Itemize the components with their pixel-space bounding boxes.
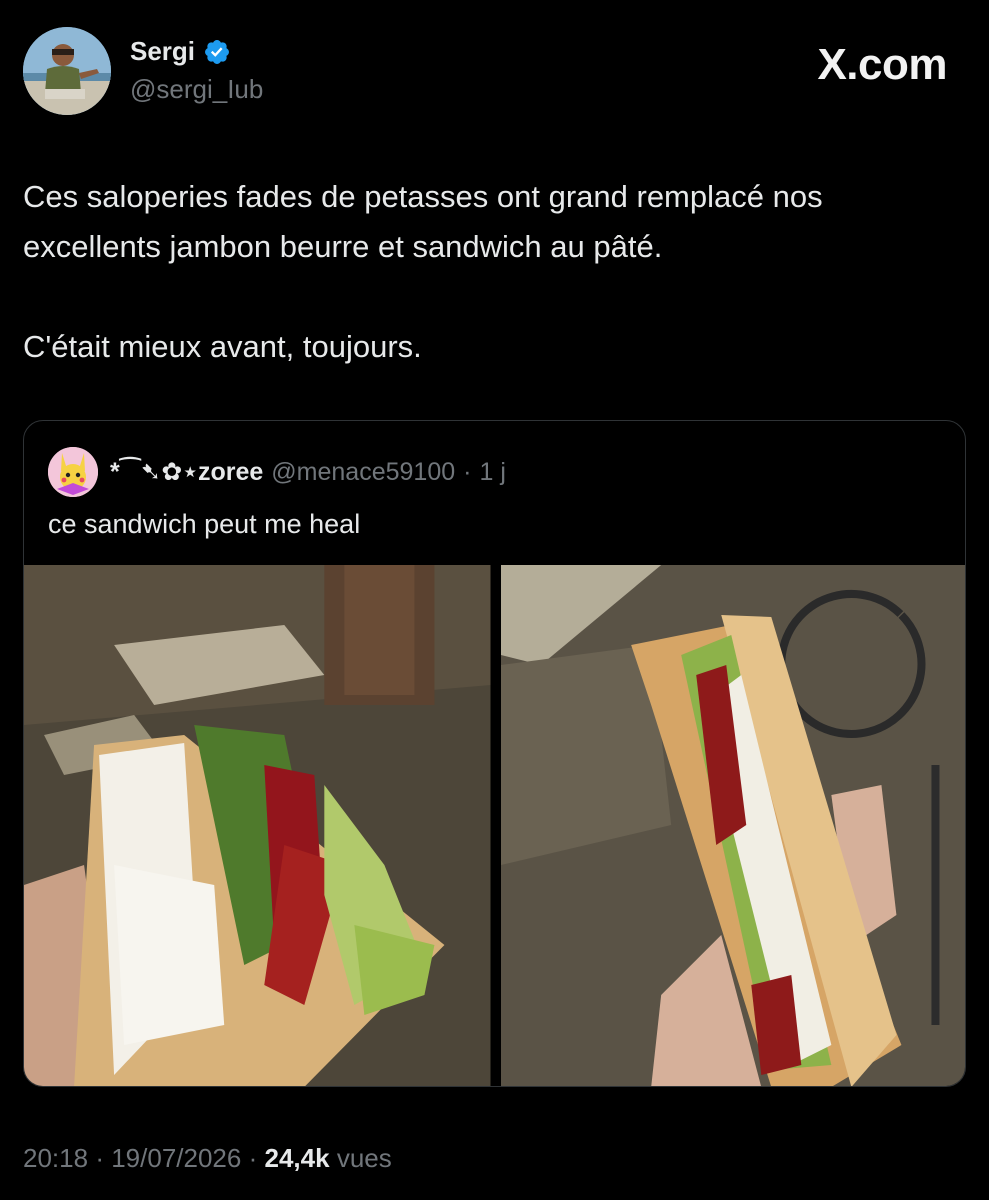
tweet-text-paragraph-2: C'était mieux avant, toujours. <box>23 329 422 364</box>
author-display-name[interactable]: Sergi <box>130 36 195 67</box>
media-photo-1[interactable] <box>24 565 491 1086</box>
quoted-tweet-text: ce sandwich peut me heal <box>48 509 361 539</box>
quoted-author-handle[interactable]: @menace59100 <box>271 458 455 487</box>
quoted-author-display-name[interactable]: *⁀➷✿⋆zoree <box>110 457 263 487</box>
quoted-author-avatar[interactable] <box>48 447 98 497</box>
quoted-media-grid <box>24 565 965 1086</box>
views-count: 24,4k <box>264 1143 330 1173</box>
quoted-timestamp[interactable]: 1 j <box>479 458 505 487</box>
author-avatar[interactable] <box>23 27 111 115</box>
tweet-date[interactable]: 19/07/2026 <box>111 1143 241 1173</box>
meta-separator-2: · <box>248 1143 258 1173</box>
tweet-text-line-2: excellents jambon beurre et sandwich au … <box>23 229 663 264</box>
x-logo-watermark: X.com <box>817 40 947 89</box>
media-photo-2[interactable] <box>500 565 965 1086</box>
tweet-meta: 20:18 · 19/07/2026 · 24,4k vues <box>23 1143 392 1174</box>
views-label: vues <box>336 1143 392 1173</box>
quoted-tweet-header: *⁀➷✿⋆zoree @menace59100 · 1 j <box>48 447 506 497</box>
author-handle[interactable]: @sergi_Iub <box>130 74 263 105</box>
verified-badge-icon <box>205 39 229 64</box>
tweet-text-line-1: Ces saloperies fades de petasses ont gra… <box>23 179 823 214</box>
tweet-text: Ces saloperies fades de petasses ont gra… <box>23 172 963 372</box>
tweet-time[interactable]: 20:18 <box>23 1143 88 1173</box>
quoted-separator: · <box>463 457 472 486</box>
tweet-page: Sergi @sergi_Iub X.com Ces saloperies fa… <box>0 0 989 1200</box>
quoted-tweet-card[interactable]: *⁀➷✿⋆zoree @menace59100 · 1 j ce sandwic… <box>23 420 966 1087</box>
meta-separator-1: · <box>95 1143 104 1173</box>
